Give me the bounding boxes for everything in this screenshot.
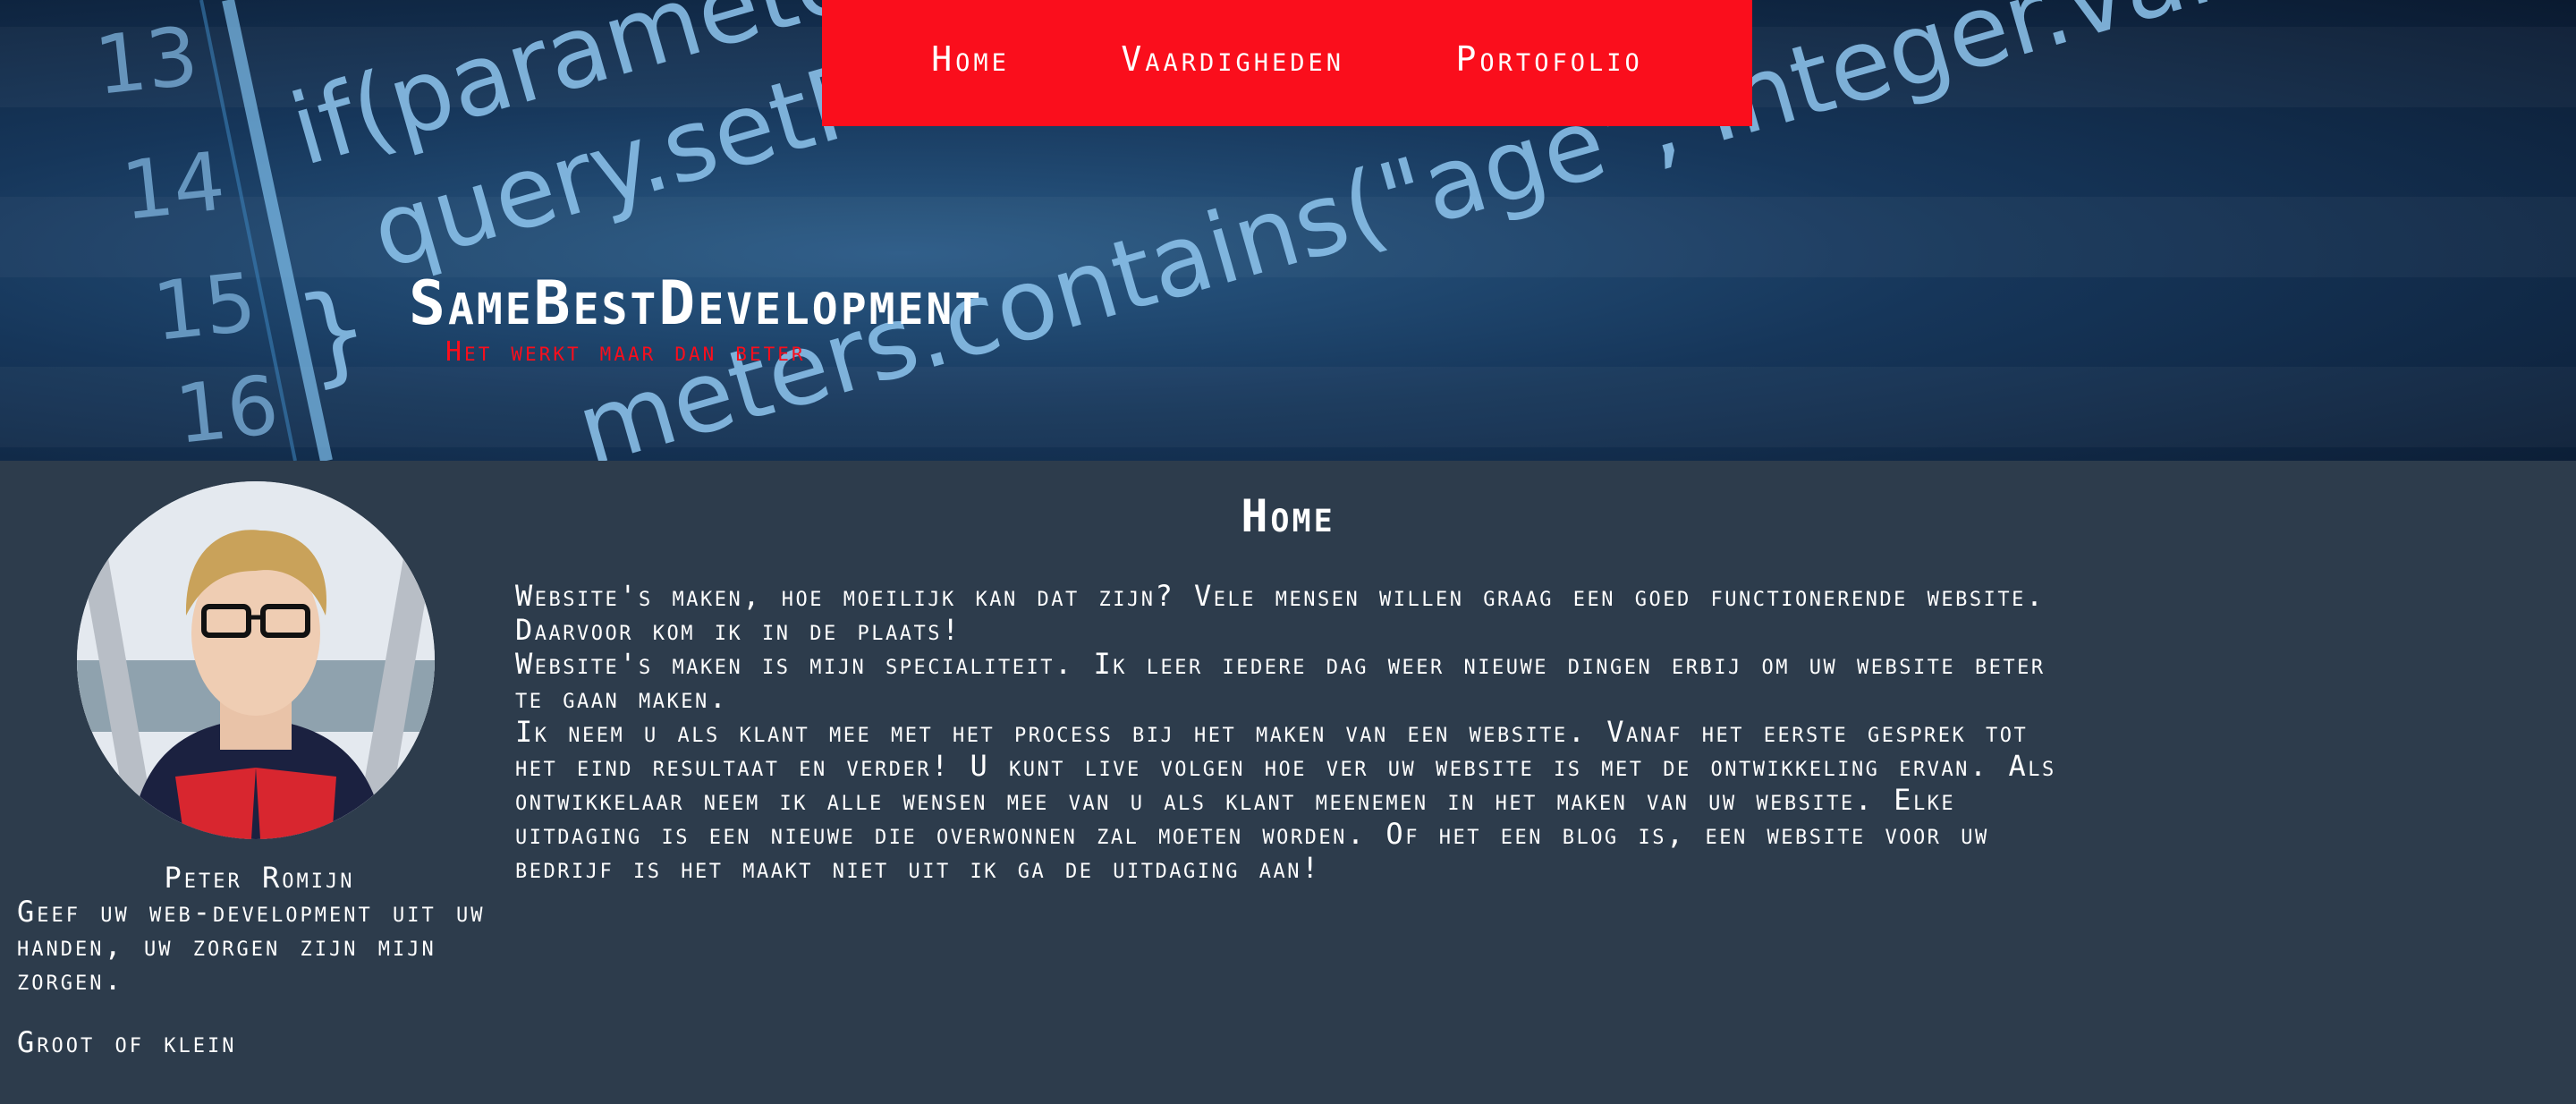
avatar — [77, 481, 435, 839]
nav-link-vaardigheden[interactable]: Vaardigheden — [1121, 39, 1344, 79]
intro-paragraph: Website's maken, hoe moeilijk kan dat zi… — [515, 579, 2046, 647]
code-line-number: 14 — [117, 134, 229, 238]
profile-extra-text: Groot of klein — [17, 1025, 237, 1059]
code-line-number: 13 — [90, 9, 202, 113]
profile-name: Peter Romijn — [164, 861, 355, 895]
nav-link-home[interactable]: Home — [931, 39, 1010, 79]
code-line-number: 15 — [148, 255, 260, 359]
intro-text: Website's maken, hoe moeilijk kan dat zi… — [515, 579, 2072, 885]
intro-paragraph: Website's maken is mijn specialiteit. Ik… — [515, 647, 2046, 715]
profile-tagline: Geef uw web-development uit uw handen, u… — [17, 895, 486, 997]
profile-photo — [77, 481, 435, 839]
site-title: SameBestDevelopment — [409, 268, 984, 339]
page-title: Home — [1241, 490, 1335, 542]
main-navigation: Home Vaardigheden Portofolio — [822, 0, 1752, 126]
code-line-number: 16 — [171, 358, 283, 461]
site-tagline: Het werkt maar dan beter — [445, 336, 806, 368]
nav-link-portofolio[interactable]: Portofolio — [1456, 39, 1643, 79]
intro-paragraph: Ik neem u als klant mee met het process … — [515, 715, 2056, 885]
